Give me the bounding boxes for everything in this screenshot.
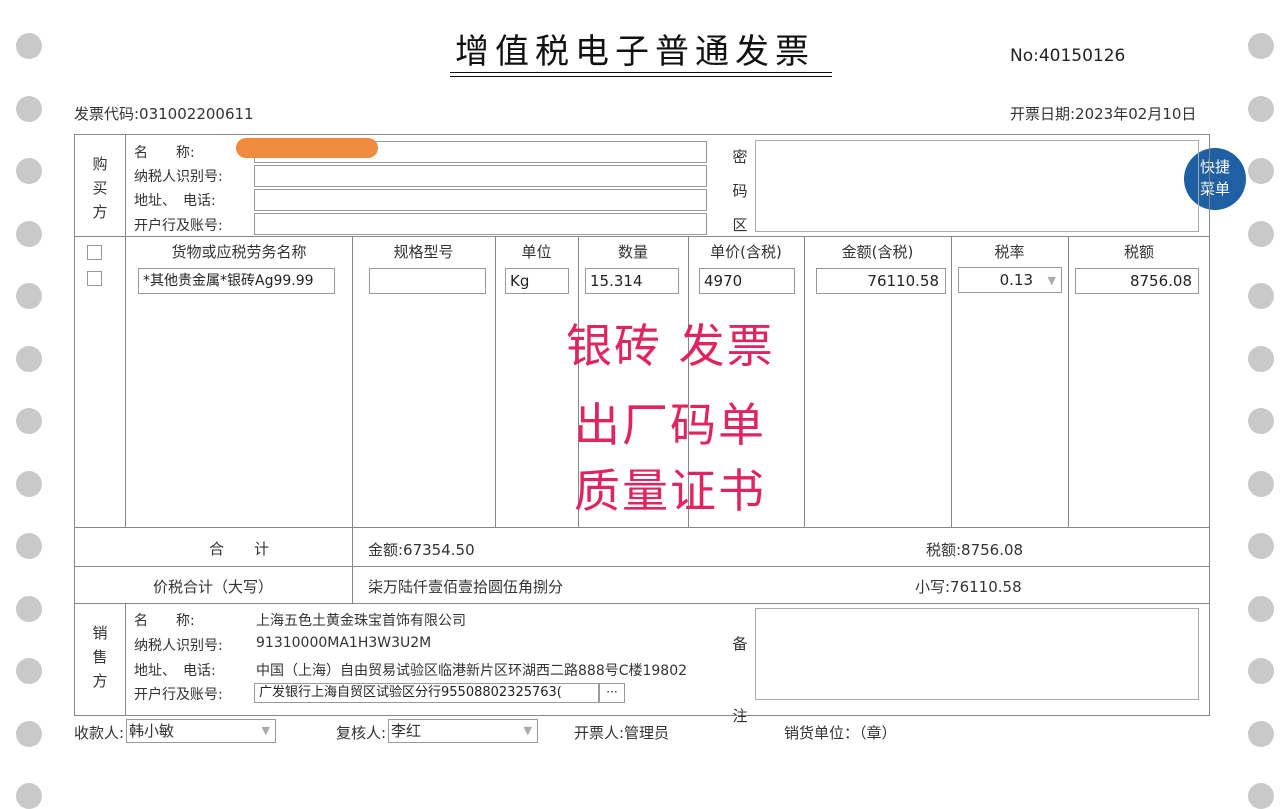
- seller-unit-seal: 销货单位：（章）: [784, 724, 897, 742]
- feed-hole: [1248, 33, 1274, 59]
- feed-hole: [1248, 345, 1274, 372]
- feed-hole: [16, 658, 42, 684]
- buyer-address-label: 地址、 电话:: [134, 193, 216, 209]
- feed-hole: [16, 33, 42, 59]
- seller-section-label: 销售方: [92, 624, 108, 690]
- buyer-bank-label: 开户行及账号:: [134, 218, 223, 234]
- feed-hole: [1248, 783, 1274, 809]
- chevron-down-icon: ▼: [261, 724, 270, 737]
- overlay-text-line1: 银砖 发票: [566, 319, 775, 373]
- password-area-label: 密码区: [732, 148, 748, 234]
- feed-hole: [16, 220, 42, 247]
- feed-hole: [16, 95, 42, 122]
- feed-hole: [1248, 533, 1274, 559]
- drawer: 开票人:管理员: [574, 724, 670, 742]
- feed-hole: [1248, 720, 1274, 747]
- seller-name-value: 上海五色土黄金珠宝首饰有限公司: [256, 613, 466, 629]
- buyer-section-label: 购买方: [92, 155, 108, 221]
- seller-address-label: 地址、 电话:: [134, 663, 216, 679]
- feed-hole: [1248, 95, 1274, 122]
- item-qty-input[interactable]: 15.314: [585, 268, 679, 294]
- feed-hole: [1248, 408, 1274, 434]
- reviewer-label: 复核人:: [336, 724, 387, 742]
- seller-bank-label: 开户行及账号:: [134, 687, 223, 703]
- feed-hole: [16, 345, 42, 372]
- buyer-address-field[interactable]: [254, 189, 707, 211]
- feed-hole: [16, 533, 42, 559]
- feed-hole: [16, 720, 42, 747]
- issue-date: 开票日期:2023年02月10日: [1010, 105, 1197, 123]
- reviewer-select[interactable]: 李红 ▼: [388, 719, 538, 743]
- overlay-text-line2: 出厂码单: [574, 398, 766, 452]
- buyer-bank-field[interactable]: [254, 213, 707, 235]
- total-tax: 税额:8756.08: [926, 541, 1024, 559]
- col-unit: 单位: [521, 243, 552, 261]
- seller-bank-more-button[interactable]: ···: [599, 683, 625, 703]
- col-amount: 金额(含税): [841, 243, 914, 261]
- item-amount-input[interactable]: 76110.58: [816, 268, 946, 294]
- chevron-down-icon: ▼: [1047, 274, 1056, 287]
- seller-tax-id-value: 91310000MA1H3W3U2M: [256, 635, 432, 651]
- buyer-tax-id-label: 纳税人识别号:: [134, 169, 223, 185]
- invoice-number: No:40150126: [1010, 46, 1126, 66]
- feed-hole: [16, 470, 42, 497]
- redaction-mark: [236, 138, 378, 158]
- col-qty: 数量: [617, 243, 648, 261]
- overlay-text-line3: 质量证书: [574, 464, 766, 518]
- reviewer-value: 李红: [391, 722, 422, 740]
- feed-hole: [16, 408, 42, 434]
- col-goods: 货物或应税劳务名称: [171, 243, 307, 261]
- col-price: 单价(含税): [710, 243, 782, 261]
- total-amount: 金额:67354.50: [368, 541, 475, 559]
- feed-hole: [16, 158, 42, 184]
- item-unit-input[interactable]: Kg: [505, 268, 569, 294]
- title-underline-2: [450, 76, 832, 77]
- item-spec-input[interactable]: [369, 268, 486, 294]
- payee-select[interactable]: 韩小敏 ▼: [126, 719, 276, 743]
- chevron-down-icon: ▼: [523, 724, 532, 737]
- invoice-code: 发票代码:031002200611: [74, 105, 254, 123]
- feed-hole: [1248, 158, 1274, 184]
- remarks-label: 备注: [732, 635, 748, 725]
- feed-hole: [1248, 658, 1274, 684]
- feed-hole: [1248, 283, 1274, 309]
- feed-hole: [1248, 470, 1274, 497]
- item-price-input[interactable]: 4970: [699, 268, 795, 294]
- select-all-checkbox[interactable]: [87, 245, 102, 260]
- item-goods-input[interactable]: *其他贵金属*银砖Ag99.99: [138, 268, 335, 294]
- buyer-tax-id-field[interactable]: [254, 165, 707, 187]
- col-spec: 规格型号: [393, 243, 454, 261]
- total-label: 合 计: [208, 540, 269, 558]
- col-rate: 税率: [994, 243, 1025, 261]
- seller-tax-id-label: 纳税人识别号:: [134, 638, 223, 654]
- seller-bank-field[interactable]: 广发银行上海自贸区试验区分行95508802325763(: [254, 683, 599, 703]
- sum-words-label: 价税合计（大写）: [152, 578, 273, 596]
- item-rate-select[interactable]: 0.13 ▼: [958, 267, 1062, 293]
- payee-label: 收款人:: [74, 724, 125, 742]
- feed-hole: [1248, 595, 1274, 622]
- title-underline: [450, 72, 832, 73]
- sum-small: 小写:76110.58: [915, 578, 1022, 596]
- invoice-title: 增值税电子普通发票: [455, 32, 815, 72]
- sum-words: 柒万陆仟壹佰壹拾圆伍角捌分: [368, 578, 564, 596]
- seller-name-label: 名 称:: [134, 613, 195, 629]
- password-area: [755, 140, 1199, 232]
- feed-hole: [16, 595, 42, 622]
- payee-value: 韩小敏: [129, 722, 175, 740]
- feed-hole: [16, 283, 42, 309]
- col-tax: 税额: [1123, 243, 1154, 261]
- item-rate-value: 0.13: [999, 271, 1033, 289]
- buyer-name-label: 名 称:: [134, 145, 195, 161]
- remarks-area[interactable]: [755, 608, 1199, 700]
- feed-hole: [1248, 220, 1274, 247]
- feed-hole: [16, 783, 42, 809]
- row-checkbox[interactable]: [87, 271, 102, 286]
- item-tax-input[interactable]: 8756.08: [1075, 268, 1199, 294]
- seller-address-value: 中国（上海）自由贸易试验区临港新片区环湖西二路888号C楼19802: [256, 663, 688, 679]
